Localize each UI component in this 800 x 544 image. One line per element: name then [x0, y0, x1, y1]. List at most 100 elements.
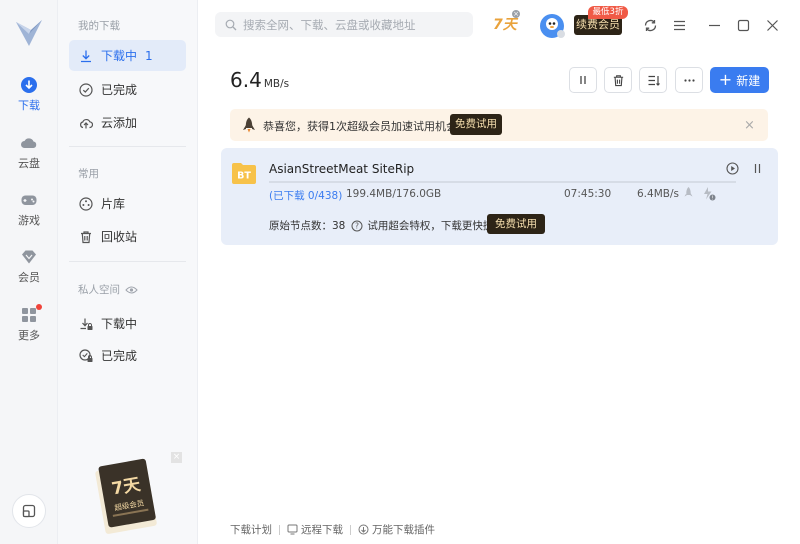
badge-close-icon[interactable]: × [512, 10, 520, 18]
pause-all-button[interactable] [569, 67, 597, 93]
rail-label: 游戏 [18, 214, 40, 227]
nav-item-label: 已完成 [101, 83, 138, 97]
pause-icon [580, 76, 586, 84]
accelerate-icon[interactable] [682, 186, 695, 199]
divider [69, 146, 186, 147]
nav-item-downloading[interactable]: 下载中 1 [69, 40, 186, 71]
speed-value: 6.4 [230, 68, 262, 92]
svg-text:?: ? [355, 221, 359, 230]
divider [350, 524, 351, 535]
rail-item-more[interactable]: 更多 [0, 304, 58, 350]
nav-section-title: 私人空间 [78, 284, 120, 296]
rail-item-vip[interactable]: 会员 [0, 248, 58, 292]
nav-item-private-completed[interactable]: 已完成 [69, 340, 186, 371]
promo-close-button[interactable]: × [171, 452, 182, 463]
nav-item-cloud-add[interactable]: 云添加 [69, 107, 186, 138]
sync-icon[interactable] [643, 18, 658, 33]
seven-day-badge[interactable]: 7天 × [493, 10, 521, 36]
vip-promo-card[interactable]: 7天 超级会员 [94, 450, 230, 540]
mini-window-icon [22, 504, 36, 518]
time-remaining: 07:45:30 [564, 188, 612, 200]
task-progress-bar [269, 181, 736, 183]
eye-icon[interactable] [125, 285, 138, 295]
cloud-icon [21, 138, 37, 148]
check-circle-icon [79, 82, 93, 97]
nav-item-label: 片库 [101, 197, 126, 211]
nav-panel: 我的下载 下载中 1 已完成 云添加 常用 片库 回收站 私人空间 下载中 已完… [58, 0, 198, 544]
boost-warning-icon[interactable]: ! [701, 186, 716, 201]
nav-item-recycle-bin[interactable]: 回收站 [69, 221, 186, 252]
nav-item-label: 云添加 [101, 116, 138, 130]
user-avatar[interactable] [539, 13, 567, 41]
film-reel-icon [79, 196, 93, 211]
mini-mode-button[interactable] [12, 494, 46, 528]
free-trial-button[interactable]: 免费试用 [450, 114, 502, 135]
bt-label: BT [237, 171, 251, 182]
rail-label: 更多 [18, 329, 40, 342]
rail-item-cloud[interactable]: 云盘 [0, 134, 58, 178]
icon-rail: 下载 云盘 游戏 会员 更多 [0, 0, 58, 544]
downloaded-count: (已下载 0/438) [269, 190, 343, 202]
nav-item-label: 已完成 [101, 349, 138, 363]
maximize-icon[interactable] [737, 19, 750, 32]
gamepad-icon [21, 195, 37, 205]
nav-item-label: 下载中 [101, 317, 138, 331]
sort-icon [648, 75, 660, 86]
locked-check-icon [79, 348, 93, 362]
footer-bar: 下载计划 远程下载 万能下载插件 [230, 522, 435, 537]
search-input[interactable] [243, 17, 463, 32]
nav-item-completed[interactable]: 已完成 [69, 74, 186, 105]
task-free-trial-button[interactable]: 免费试用 [487, 214, 545, 234]
download-plan-link[interactable]: 下载计划 [230, 522, 272, 537]
minimize-icon[interactable] [708, 19, 721, 32]
nav-item-label: 回收站 [101, 230, 138, 244]
cloud-upload-icon [80, 118, 93, 128]
close-icon[interactable] [766, 19, 779, 32]
download-plugin-label: 万能下载插件 [372, 524, 435, 536]
task-size: 199.4MB/176.0GB [346, 188, 442, 200]
app-logo-icon [16, 20, 42, 46]
rail-item-games[interactable]: 游戏 [0, 191, 58, 235]
pause-icon[interactable] [752, 163, 763, 174]
help-icon[interactable]: ? [351, 220, 363, 232]
diamond-icon [22, 250, 36, 264]
sort-button[interactable] [639, 67, 667, 93]
speed-unit: MB/s [263, 78, 290, 90]
new-task-label: 新建 [736, 73, 761, 88]
vip-promo-badge: 7天 超级会员 [95, 458, 157, 534]
menu-icon[interactable] [673, 19, 686, 32]
remote-icon [287, 524, 298, 535]
rail-label: 云盘 [18, 157, 40, 170]
download-task-row[interactable]: BT AsianStreetMeat SiteRip (已下载 0/438) 1… [221, 148, 778, 245]
rail-item-download[interactable]: 下载 [0, 76, 58, 120]
nav-item-library[interactable]: 片库 [69, 188, 186, 219]
notification-dot [36, 304, 42, 310]
new-task-button[interactable]: + 新建 [710, 67, 769, 93]
remote-download-label: 远程下载 [301, 524, 343, 536]
search-icon [225, 19, 237, 30]
plus-icon: + [718, 70, 733, 89]
divider [69, 261, 186, 262]
locked-download-icon [80, 318, 93, 330]
search-bar[interactable] [215, 12, 473, 37]
more-dots-icon [683, 78, 695, 82]
node-info: 原始节点数：38 ? 试用超会特权，下载更快捷 [269, 218, 493, 233]
nav-section-private: 私人空间 [78, 282, 138, 297]
bt-file-icon: BT [232, 163, 256, 184]
discount-tag: 最低3折 [588, 6, 628, 19]
banner-text: 恭喜您，获得1次超级会员加速试用机会! [263, 120, 462, 133]
plugin-icon [358, 524, 369, 535]
download-plugin-link[interactable]: 万能下载插件 [358, 522, 435, 537]
divider [279, 524, 280, 535]
nav-section-title: 常用 [78, 168, 99, 180]
trial-text: 试用超会特权，下载更快捷 [367, 220, 494, 232]
play-icon[interactable] [726, 162, 739, 175]
banner-close-icon[interactable]: × [744, 118, 755, 133]
apps-grid-icon [22, 308, 36, 322]
delete-button[interactable] [604, 67, 632, 93]
download-icon [21, 77, 37, 93]
nav-item-private-downloading[interactable]: 下载中 [69, 308, 186, 339]
remote-download-link[interactable]: 远程下载 [287, 522, 343, 537]
nav-section-title: 我的下载 [78, 20, 120, 32]
more-button[interactable] [675, 67, 703, 93]
